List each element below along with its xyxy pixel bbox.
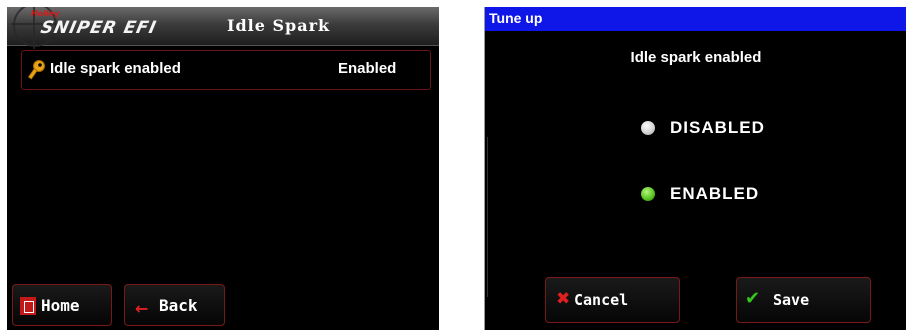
- back-button[interactable]: ← Back: [124, 284, 225, 326]
- radio-unselected-icon: [641, 121, 655, 135]
- radio-label-enabled: ENABLED: [670, 184, 760, 203]
- idle-spark-setting-row[interactable]: Idle spark enabled Enabled: [21, 50, 431, 90]
- setting-label: Idle spark enabled: [50, 60, 181, 77]
- back-arrow-icon: ←: [135, 299, 149, 318]
- radio-label-disabled: DISABLED: [670, 118, 765, 137]
- home-icon: [20, 297, 36, 315]
- dialog-title: Tune up: [489, 10, 543, 26]
- header-bar: Holley SNIPER EFI Idle Spark: [7, 7, 439, 49]
- setting-value: Enabled: [338, 60, 397, 77]
- sniper-efi-logo: SNIPER EFI: [38, 18, 159, 38]
- dialog-titlebar: Tune up: [485, 7, 906, 31]
- save-button-label: Save: [773, 291, 810, 309]
- cancel-button-label: Cancel: [574, 291, 629, 309]
- back-button-label: Back: [159, 296, 198, 315]
- scroll-track: [487, 137, 492, 297]
- home-button-label: Home: [41, 296, 80, 315]
- close-x-icon: ✖: [556, 289, 571, 309]
- holley-logo-text: Holley: [31, 9, 60, 18]
- key-icon: [28, 60, 45, 80]
- cancel-button[interactable]: ✖ Cancel: [545, 277, 680, 323]
- tune-up-dialog: Tune up Idle spark enabled DISABLED ENAB…: [484, 7, 906, 330]
- page-title: Idle Spark: [227, 16, 331, 35]
- dialog-heading: Idle spark enabled: [630, 49, 762, 66]
- radio-selected-icon: [641, 187, 655, 201]
- home-button[interactable]: Home: [12, 284, 112, 326]
- save-button[interactable]: ✔ Save: [736, 277, 871, 323]
- checkmark-icon: ✔: [745, 288, 761, 309]
- idle-spark-screen: Holley SNIPER EFI Idle Spark Idle spark …: [7, 7, 439, 330]
